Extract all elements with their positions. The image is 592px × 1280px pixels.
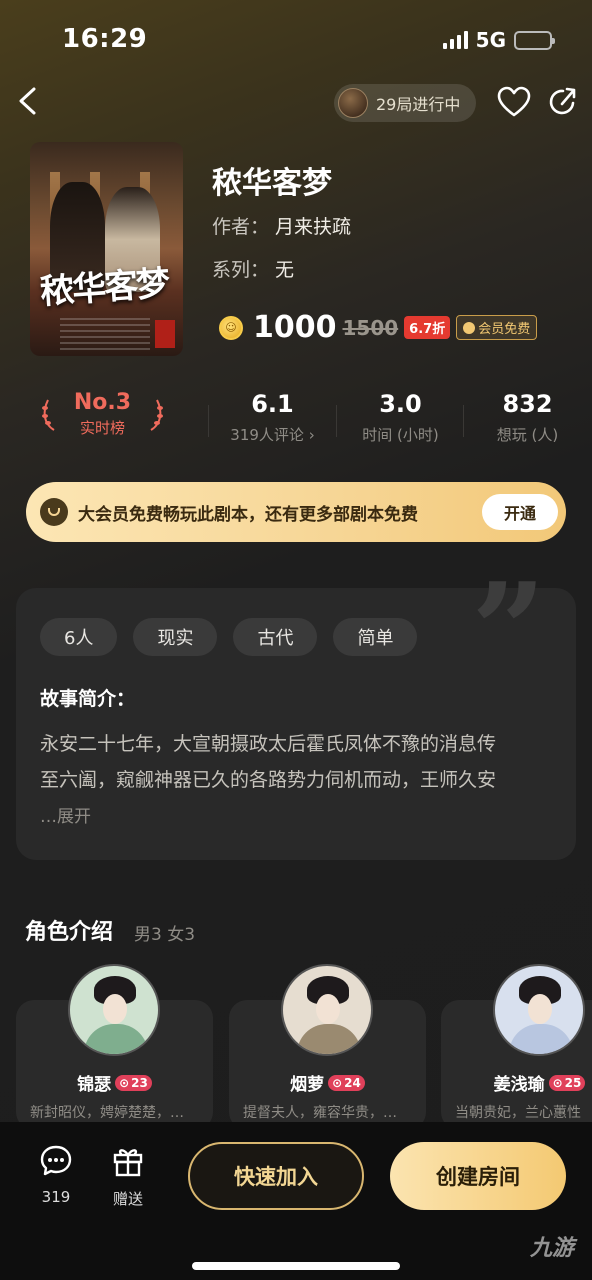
character-description: 新封昭仪，娉婷楚楚，… [30,1105,184,1121]
tag-player-count[interactable]: 6人 [40,618,118,656]
rating-value: 6.1 [251,390,294,418]
character-comment-badge: ⊙ 24 [328,1074,365,1091]
favorite-heart-icon[interactable] [497,86,531,118]
room-avatar [338,88,368,118]
comments-count: 319 [41,1188,71,1206]
vip-free-label: 会员免费 [478,322,531,337]
character-card[interactable]: 锦瑟 ⊙ 23 新封昭仪，娉婷楚楚，… [16,964,213,1130]
back-icon[interactable] [16,86,40,116]
network-label: 5G [475,28,506,52]
laurel-left-icon [42,399,55,431]
original-price: 1500 [342,315,399,340]
story-line: 永安二十七年，大宣朝摄政太后霍氏凤体不豫的消息传 [40,733,497,755]
character-card[interactable]: 烟萝 ⊙ 24 提督夫人，雍容华贵，… [229,964,426,1130]
script-cover-image[interactable]: 秾华客梦 [30,142,183,356]
comments-button[interactable]: 319 [36,1144,76,1206]
status-indicators: 5G [442,28,555,52]
time-stat: 3.0 时间 (小时) [343,390,458,445]
time-label: 时间 (小时) [362,426,439,444]
home-indicator[interactable] [192,1262,400,1270]
character-comment-count: 25 [564,1075,582,1090]
story-card: ” 6人 现实 古代 简单 故事简介： 永安二十七年，大宣朝摄政太后霍氏凤体不豫… [16,566,576,860]
series-row: 系列：无 [212,255,294,282]
character-comment-count: 23 [131,1075,148,1090]
vip-icon [463,321,476,334]
character-comment-count: 24 [344,1075,361,1090]
watermark-logo: 九游 [529,1236,574,1261]
signal-icon [442,31,468,49]
characters-gender-summary: 男3 女3 [134,925,196,945]
vip-open-button[interactable]: 开通 [482,494,558,530]
quick-join-button[interactable]: 快速加入 [188,1142,364,1210]
character-description: 提督夫人，雍容华贵，… [243,1105,397,1121]
room-status-label: 29局进行中 [376,95,461,114]
character-description: 当朝贵妃，兰心蕙性 [455,1105,581,1121]
tag-difficulty[interactable]: 简单 [333,618,418,656]
share-icon[interactable] [548,86,578,118]
story-heading: 故事简介： [40,688,136,710]
price: 1000 [253,310,337,345]
vip-banner[interactable]: 大会员免费畅玩此剧本，还有更多部剧本免费 开通 [26,482,566,542]
character-avatar [281,964,373,1056]
gift-label: 赠送 [112,1190,143,1208]
price-row: ☺ 1000 1500 6.7折 会员免费 [219,310,538,345]
gift-icon [113,1149,143,1177]
want-label: 想玩 (人) [496,426,559,444]
series-value: 无 [275,259,295,281]
want-stat: 832 想玩 (人) [470,390,585,445]
script-title: 秾华客梦 [212,166,332,201]
vip-free-badge: 会员免费 [456,315,538,340]
rating-label: 319人评论 › [230,426,315,444]
discount-badge: 6.7折 [404,316,451,339]
expand-story-link[interactable]: …展开 [40,802,91,827]
character-name: 姜浅瑜 [493,1075,545,1095]
status-time: 16:29 [62,24,148,54]
comment-bubble-icon [40,1145,72,1176]
divider [463,405,464,437]
vip-crown-icon [40,498,68,526]
character-avatar [493,964,585,1056]
coin-icon: ☺ [219,315,243,340]
character-avatar [68,964,160,1056]
tag-list: 6人 现实 古代 简单 [40,618,418,656]
divider [336,405,337,437]
series-label: 系列： [212,259,270,281]
tag-genre[interactable]: 现实 [133,618,218,656]
room-status-pill[interactable]: 29局进行中 [334,84,477,122]
battery-icon [514,30,555,50]
character-card[interactable]: 姜浅瑜 ⊙ 25 当朝贵妃，兰心蕙性 [441,964,592,1130]
time-value: 3.0 [379,390,422,418]
author-label: 作者： [212,216,270,238]
bottom-action-bar: 319 赠送 快速加入 创建房间 九游 [0,1122,592,1280]
quote-icon: ” [471,554,546,707]
gift-button[interactable]: 赠送 [108,1144,148,1209]
rating-stat[interactable]: 6.1 319人评论 › [215,390,330,445]
character-comment-badge: ⊙ 23 [115,1074,152,1091]
vip-banner-text: 大会员免费畅玩此剧本，还有更多部剧本免费 [78,504,418,525]
cover-title: 秾华客梦 [39,263,170,313]
divider [208,405,209,437]
character-name: 锦瑟 [77,1075,112,1095]
author-name[interactable]: 月来扶疏 [275,216,351,238]
laurel-right-icon [150,399,163,431]
character-name: 烟萝 [290,1075,325,1095]
create-room-button[interactable]: 创建房间 [390,1142,566,1210]
tag-era[interactable]: 古代 [233,618,318,656]
story-line: 至六阖，窥觎神器已久的各路势力伺机而动，王师久安 [40,769,497,791]
characters-heading: 角色介绍 [25,920,114,945]
author-row: 作者： 月来扶疏 [212,212,351,239]
want-value: 832 [502,390,553,418]
character-comment-badge: ⊙ 25 [548,1074,586,1091]
rank-stat[interactable]: No.3 实时榜 [40,390,165,450]
story-text: 永安二十七年，大宣朝摄政太后霍氏凤体不豫的消息传 至六阖，窥觎神器已久的各路势力… [40,726,560,798]
